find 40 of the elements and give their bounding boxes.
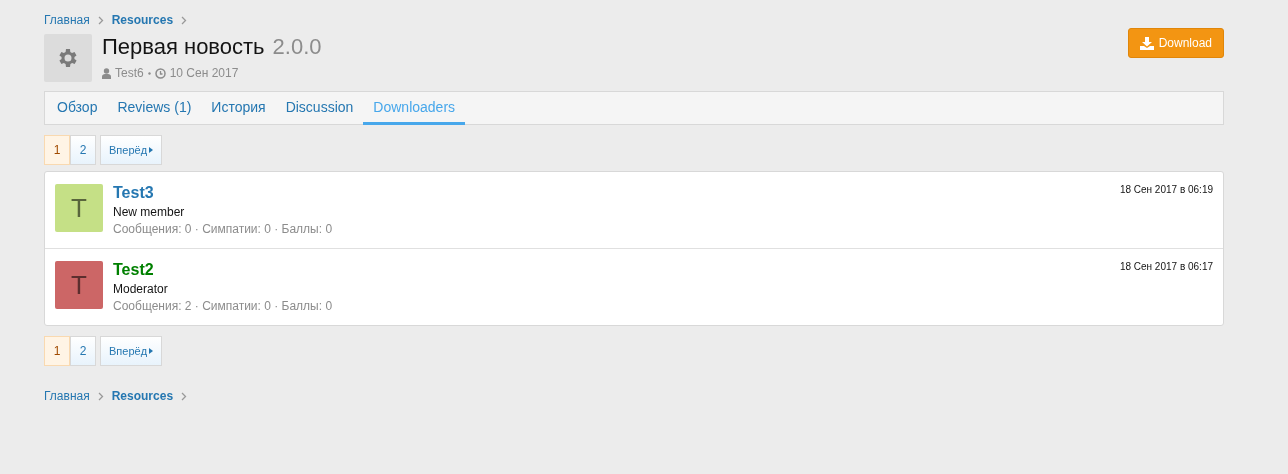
clock-icon [154,67,166,79]
next-page-button[interactable]: Вперёд [100,336,163,366]
page-link[interactable]: 1 [44,336,70,366]
tab[interactable]: Downloaders [363,92,466,125]
username-link[interactable]: Test2 [113,261,1110,279]
download-time: 18 Сен 2017 в 06:17 [1119,261,1213,274]
page-link[interactable]: 2 [70,135,96,165]
avatar[interactable]: T [55,261,103,309]
tab[interactable]: Обзор [47,92,108,125]
caret-icon [149,147,154,153]
username-link[interactable]: Test3 [113,184,1110,202]
download-time: 18 Сен 2017 в 06:19 [1119,184,1213,197]
breadcrumb-link[interactable]: Главная [44,389,90,403]
chevron-icon [181,15,188,25]
tab[interactable]: Discussion [275,92,364,125]
user-stats: Сообщения: 0 · Симпатии: 0 · Баллы: 0 [113,222,334,236]
breadcrumb-link[interactable]: Resources [111,13,174,27]
resource-title: Первая новость [102,34,265,60]
breadcrumb-link[interactable]: Главная [44,13,90,27]
download-icon [1139,36,1154,50]
user-title: New member [113,205,186,219]
publish-date: 10 Сен 2017 [169,66,239,80]
caret-icon [149,348,154,354]
user-stats: Сообщения: 2 · Симпатии: 0 · Баллы: 0 [113,299,334,313]
author-name[interactable]: Test6 [115,66,144,80]
tab[interactable]: Reviews (1) [107,92,202,125]
page-link[interactable]: 2 [70,336,96,366]
avatar[interactable]: T [55,184,103,232]
user-icon [102,67,111,79]
resource-version: 2.0.0 [272,34,322,60]
page-link[interactable]: 1 [44,135,70,165]
chevron-icon [181,391,188,401]
download-button[interactable]: Download [1127,28,1224,58]
dot-separator-icon [147,71,151,75]
tab[interactable]: История [201,92,276,125]
next-page-button[interactable]: Вперёд [100,135,163,165]
chevron-icon [97,15,104,25]
chevron-icon [97,391,104,401]
breadcrumb-link[interactable]: Resources [111,389,174,403]
user-title: Moderator [113,282,169,296]
